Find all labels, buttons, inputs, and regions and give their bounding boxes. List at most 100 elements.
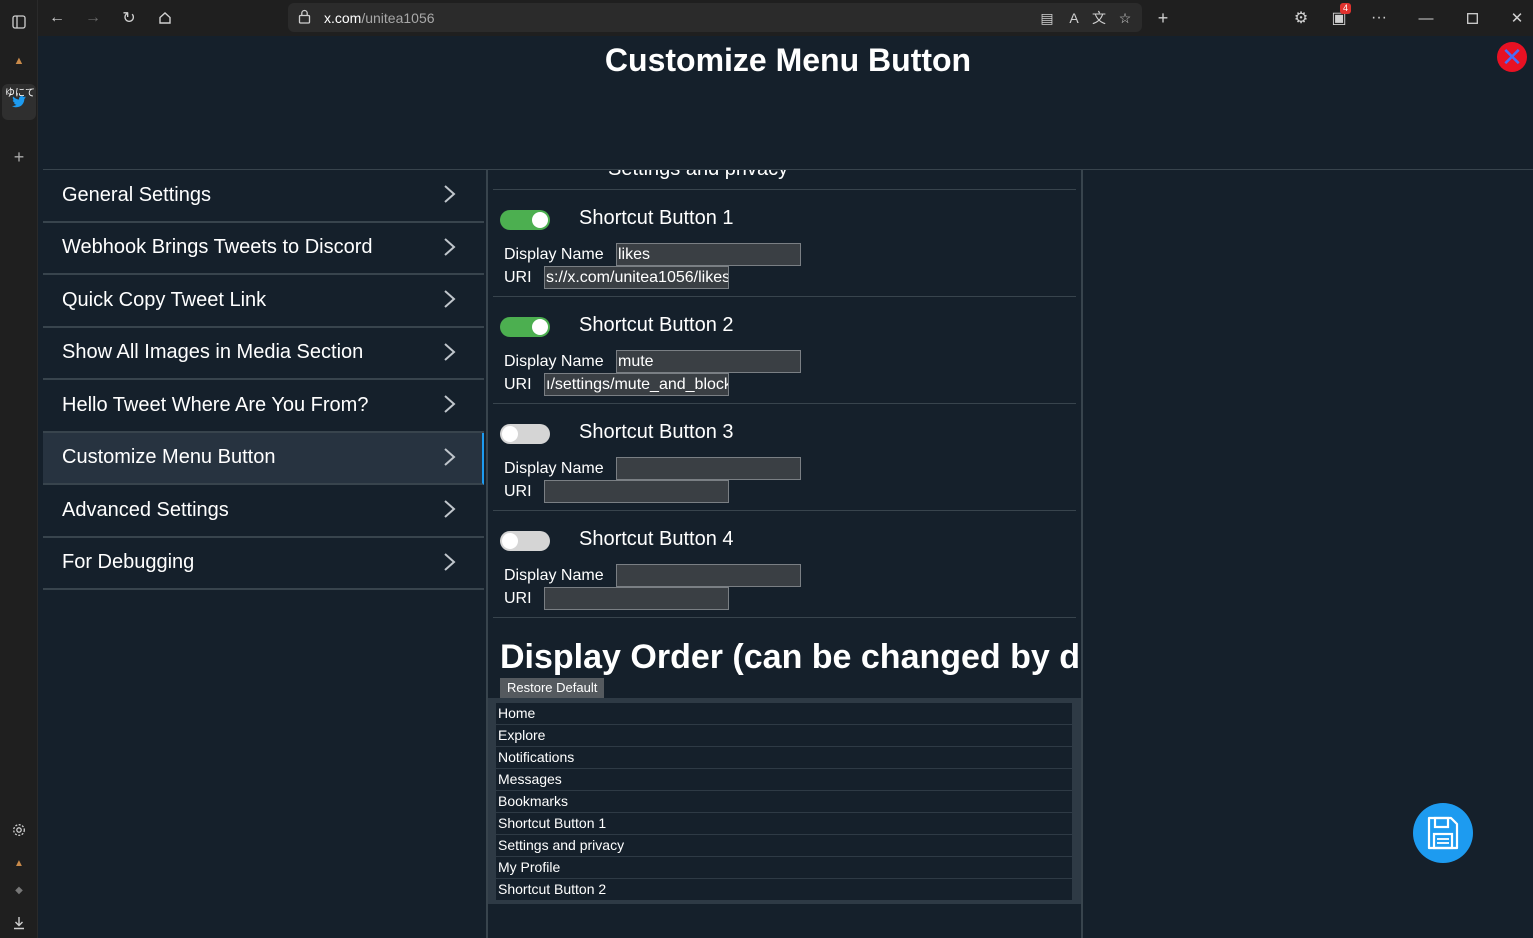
browser-toolbar: ← → ↻ x.com/unitea1056 ▤ A 文 ☆ + ⚙ ▣ 4 ·… — [38, 0, 1533, 36]
lock-icon — [298, 9, 314, 25]
shortcut-title: Shortcut Button 4 — [579, 528, 734, 550]
chevron-right-icon — [444, 342, 456, 361]
settings-content: Settings and privacy Shortcut Button 1 D… — [488, 170, 1082, 938]
shortcut-1-toggle[interactable] — [500, 210, 550, 230]
shortcut-button-4: Shortcut Button 4 Display Name URI — [488, 511, 1082, 618]
settings-page: Customize Menu Button ✕ General Settings… — [43, 36, 1533, 938]
sidebar-item-label: Customize Menu Button — [62, 446, 276, 469]
order-item-home[interactable]: Home — [496, 703, 1072, 724]
sidebar-item-quick-copy[interactable]: Quick Copy Tweet Link — [43, 275, 484, 328]
profile-icon[interactable]: ▲ — [10, 854, 28, 872]
new-tab-plus-icon[interactable]: + — [1153, 8, 1173, 28]
maximize-icon[interactable] — [1462, 8, 1482, 28]
translate-icon[interactable]: 文 — [1090, 9, 1108, 27]
shortcut-title: Shortcut Button 2 — [579, 314, 734, 336]
chevron-right-icon — [444, 237, 456, 256]
toggle-knob — [532, 319, 548, 335]
sidebar-item-debugging[interactable]: For Debugging — [43, 538, 484, 590]
shortcut-button-2: Shortcut Button 2 Display Name mute URI … — [488, 297, 1082, 404]
display-name-label: Display Name — [504, 353, 604, 370]
sidebar-item-hello-tweet[interactable]: Hello Tweet Where Are You From? — [43, 380, 484, 433]
close-icon[interactable]: ✕ — [1497, 42, 1527, 72]
extensions-icon[interactable]: ⚙ — [1291, 8, 1311, 28]
cut-off-heading: Settings and privacy — [608, 170, 788, 181]
shortcut-4-toggle[interactable] — [500, 531, 550, 551]
address-bar[interactable]: x.com/unitea1056 ▤ A 文 ☆ — [288, 3, 1142, 32]
sidebar-item-general-settings[interactable]: General Settings — [43, 170, 484, 223]
order-item-bookmarks[interactable]: Bookmarks — [496, 791, 1072, 812]
url-text: x.com/unitea1056 — [324, 10, 435, 26]
url-path: /unitea1056 — [361, 10, 435, 26]
chevron-right-icon — [444, 552, 456, 571]
uri-label: URI — [504, 269, 532, 286]
chevron-right-icon — [444, 185, 456, 203]
toggle-knob — [502, 426, 518, 442]
save-icon — [1427, 816, 1459, 850]
sidebar-item-label: Show All Images in Media Section — [62, 341, 364, 364]
display-order-title: Display Order (can be changed by drag) — [500, 638, 1082, 676]
uri-label: URI — [504, 376, 532, 393]
display-order-list: Home Explore Notifications Messages Book… — [488, 698, 1082, 904]
display-name-label: Display Name — [504, 246, 604, 263]
content-divider — [1081, 170, 1083, 938]
shortcut-title: Shortcut Button 1 — [579, 207, 734, 229]
minimize-icon[interactable]: — — [1416, 8, 1436, 28]
sidebar-item-label: Advanced Settings — [62, 498, 229, 521]
order-item-notifications[interactable]: Notifications — [496, 747, 1072, 768]
restore-default-button[interactable]: Restore Default — [500, 678, 605, 698]
sidebar-item-label: For Debugging — [62, 551, 195, 574]
shortcut-3-toggle[interactable] — [500, 424, 550, 444]
back-arrow-icon[interactable]: ← — [47, 8, 67, 28]
toggle-knob — [502, 533, 518, 549]
more-menu-icon[interactable]: ··· — [1369, 8, 1389, 28]
shortcut-4-uri-field[interactable] — [544, 587, 729, 610]
tab-favicon-icon[interactable]: ▲ — [10, 52, 28, 70]
tab-actions-icon[interactable] — [10, 13, 28, 31]
order-item-shortcut-2[interactable]: Shortcut Button 2 — [496, 879, 1072, 900]
display-name-label: Display Name — [504, 567, 604, 584]
uri-label: URI — [504, 483, 532, 500]
reader-view-icon[interactable]: ▤ — [1038, 9, 1056, 27]
forward-arrow-icon[interactable]: → — [83, 8, 103, 28]
shortcut-button-3: Shortcut Button 3 Display Name URI — [488, 404, 1082, 511]
display-name-label: Display Name — [504, 460, 604, 477]
sidebar-item-show-all-images[interactable]: Show All Images in Media Section — [43, 328, 484, 380]
diamond-icon[interactable]: ◆ — [10, 881, 28, 899]
shortcut-3-uri-field[interactable] — [544, 480, 729, 503]
order-item-settings-privacy[interactable]: Settings and privacy — [496, 835, 1072, 856]
favorite-icon[interactable]: ☆ — [1116, 9, 1134, 27]
reload-icon[interactable]: ↻ — [119, 8, 139, 28]
home-icon[interactable] — [155, 8, 175, 28]
shortcut-1-uri-field[interactable]: s://x.com/unitea1056/likes — [544, 266, 729, 289]
chevron-right-icon — [444, 500, 456, 518]
window-close-icon[interactable]: ✕ — [1507, 8, 1527, 28]
chevron-right-icon — [444, 395, 456, 413]
order-item-explore[interactable]: Explore — [496, 725, 1072, 746]
extension-badge: 4 — [1340, 3, 1352, 14]
sidebar-item-webhook[interactable]: Webhook Brings Tweets to Discord — [43, 223, 484, 275]
order-item-messages[interactable]: Messages — [496, 769, 1072, 790]
save-button[interactable] — [1413, 803, 1473, 863]
new-tab-icon[interactable]: + — [10, 147, 28, 167]
settings-gear-icon[interactable] — [10, 821, 28, 839]
chevron-right-icon — [444, 447, 456, 466]
shortcut-button-1: Shortcut Button 1 Display Name likes URI… — [488, 190, 1082, 297]
read-aloud-icon[interactable]: A — [1065, 9, 1083, 27]
sidebar-item-label: General Settings — [62, 183, 211, 206]
active-tab[interactable]: ゆにて — [2, 84, 36, 120]
page-title: Customize Menu Button — [604, 42, 972, 78]
shortcut-1-display-name-field[interactable]: likes — [616, 243, 801, 266]
download-icon[interactable] — [10, 914, 28, 932]
order-item-shortcut-1[interactable]: Shortcut Button 1 — [496, 813, 1072, 834]
shortcut-2-uri-field[interactable]: ı/settings/mute_and_block — [544, 373, 729, 396]
shortcut-2-display-name-field[interactable]: mute — [616, 350, 801, 373]
shortcut-3-display-name-field[interactable] — [616, 457, 801, 480]
order-item-my-profile[interactable]: My Profile — [496, 857, 1072, 878]
settings-sidebar: General Settings Webhook Brings Tweets t… — [43, 170, 484, 590]
sidebar-item-label: Quick Copy Tweet Link — [62, 288, 267, 311]
sidebar-item-customize-menu[interactable]: Customize Menu Button — [43, 432, 484, 485]
shortcut-2-toggle[interactable] — [500, 317, 550, 337]
sidebar-item-advanced-settings[interactable]: Advanced Settings — [43, 485, 484, 538]
shortcut-4-display-name-field[interactable] — [616, 564, 801, 587]
sidebar-item-label: Hello Tweet Where Are You From? — [62, 393, 369, 416]
